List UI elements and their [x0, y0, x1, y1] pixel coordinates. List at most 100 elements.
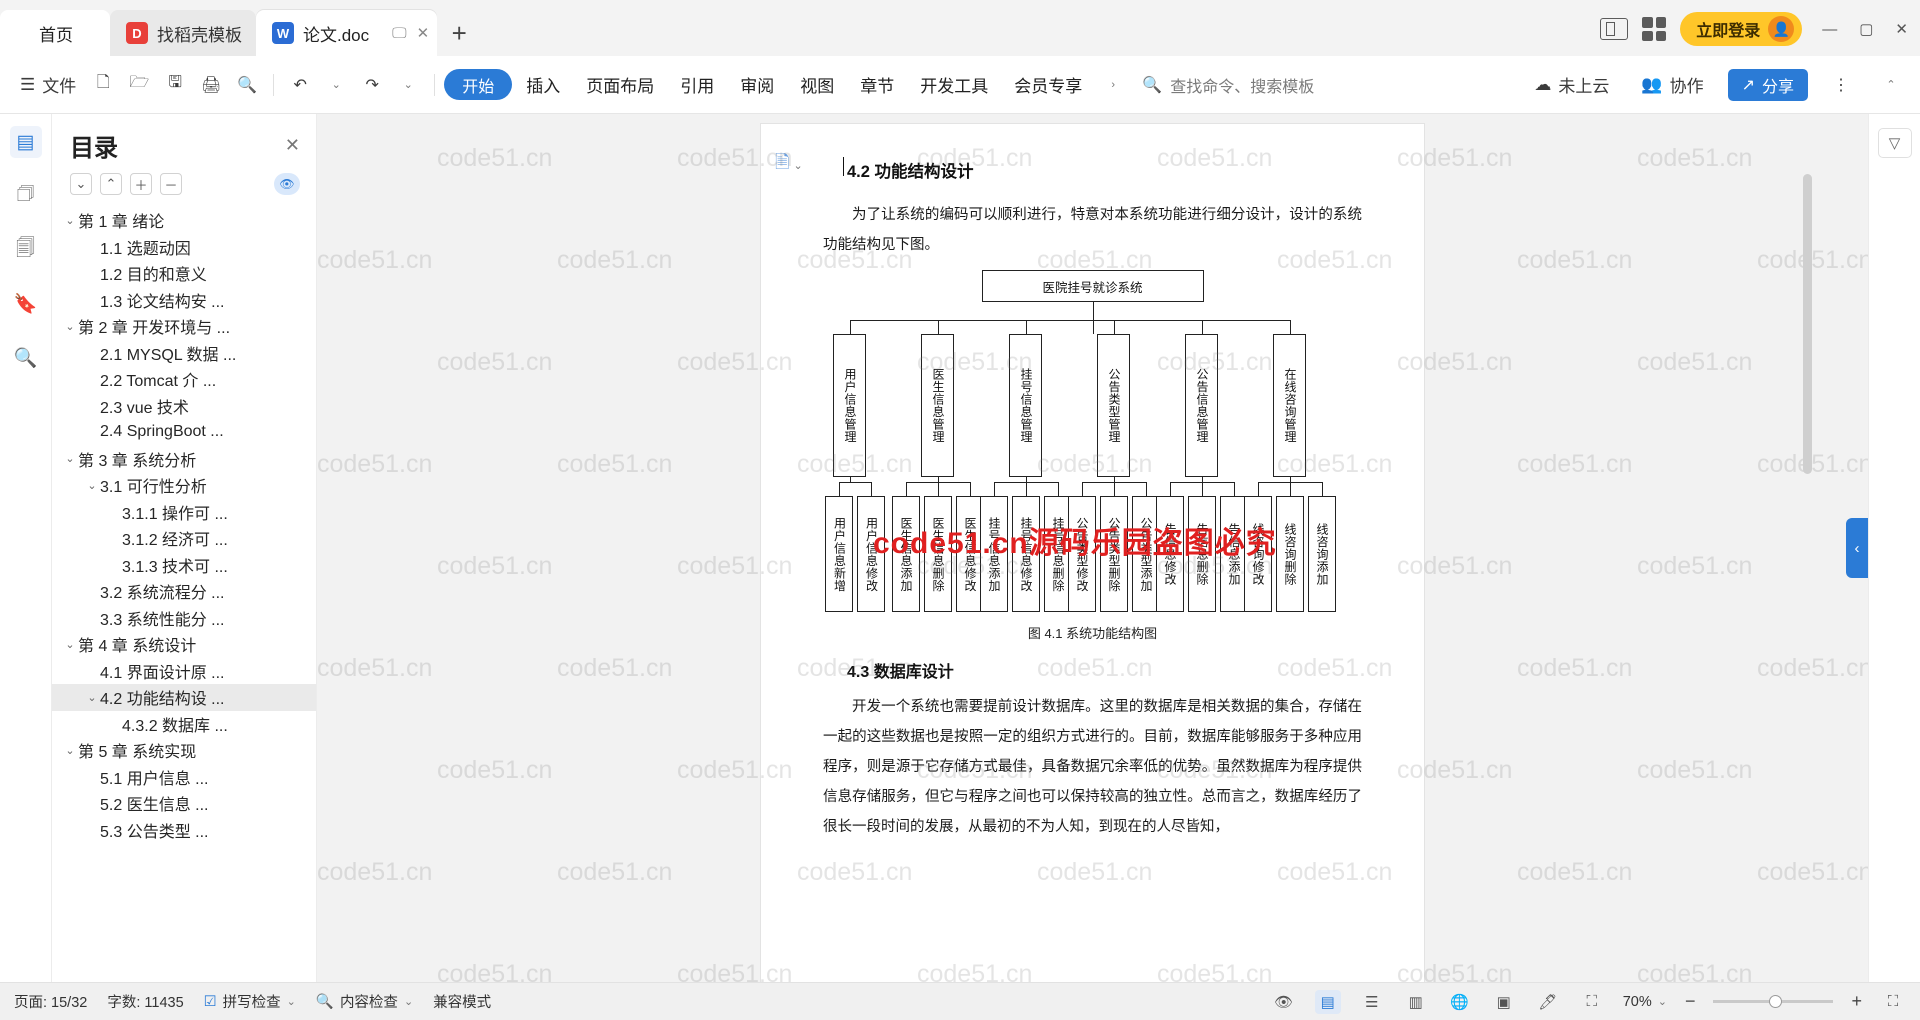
outline-item[interactable]: 2.3 vue 技术 — [52, 393, 316, 420]
zoom-slider[interactable] — [1713, 995, 1834, 1008]
outline-item[interactable]: 2.2 Tomcat 介 ... — [52, 366, 316, 393]
outline-item[interactable]: 5.3 公告类型 ... — [52, 817, 316, 844]
login-button[interactable]: 立即登录 👤 — [1680, 12, 1803, 46]
app-grid-icon[interactable] — [1642, 17, 1667, 41]
outline-item[interactable]: 4.1 界面设计原 ... — [52, 658, 316, 685]
outline-arrow-icon[interactable]: ⌄ — [62, 638, 78, 651]
zoom-slider-knob[interactable] — [1769, 995, 1783, 1008]
outline-settings-icon[interactable]: 👁 — [274, 173, 300, 195]
tab-present-icon[interactable]: 🖵 — [392, 25, 406, 42]
print-layout-icon[interactable]: ▣ — [1491, 990, 1517, 1014]
zoom-out-button[interactable]: − — [1685, 991, 1696, 1012]
content-check-button[interactable]: 🔍 内容检查 ⌄ — [316, 991, 413, 1012]
tab-docer-template[interactable]: D 找稻壳模板 — [110, 10, 256, 56]
outline-arrow-icon[interactable]: ⌄ — [62, 744, 78, 757]
read-mode-icon[interactable]: 👁 — [1271, 990, 1297, 1014]
outline-item[interactable]: ⌄ 3.1 可行性分析 — [52, 472, 316, 499]
save-icon[interactable]: 🖫 — [158, 68, 192, 102]
outline-zoom-in-icon[interactable]: ＋ — [130, 173, 152, 195]
print-preview-icon[interactable]: 🔍 — [230, 68, 264, 102]
outline-view-icon[interactable]: ☰ — [1359, 990, 1385, 1014]
outline-item[interactable]: ⌄ 第 3 章 系统分析 — [52, 446, 316, 473]
outline-item[interactable]: ⌄ 第 1 章 绪论 — [52, 207, 316, 234]
tab-document[interactable]: W 论文.doc 🖵 ✕ — [256, 10, 438, 56]
cloud-status-button[interactable]: ☁ 未上云 — [1526, 68, 1617, 102]
outline-item[interactable]: 1.2 目的和意义 — [52, 260, 316, 287]
outline-arrow-icon[interactable]: ⌄ — [62, 214, 78, 227]
outline-collapse-all-icon[interactable]: ⌄ — [70, 173, 92, 195]
ribbon-more-button[interactable]: ⋮ — [1824, 68, 1858, 102]
search-command-box[interactable]: 🔍 查找命令、搜索模板 — [1132, 68, 1324, 102]
outline-item[interactable]: ⌄ 第 4 章 系统设计 — [52, 631, 316, 658]
outline-close-icon[interactable]: ✕ — [285, 135, 300, 156]
split-view-icon[interactable] — [1600, 18, 1629, 40]
outline-item[interactable]: 5.2 医生信息 ... — [52, 790, 316, 817]
fullscreen-toggle-icon[interactable]: ⛶ — [1880, 990, 1906, 1014]
outline-zoom-out-icon[interactable]: － — [160, 173, 182, 195]
undo-dropdown-icon[interactable]: ⌄ — [319, 68, 353, 102]
tab-member-exclusive[interactable]: 会员专享 — [1002, 68, 1094, 102]
new-document-icon[interactable]: 🗋 — [86, 68, 120, 102]
spellcheck-button[interactable]: ☑ 拼写检查 ⌄ — [204, 991, 296, 1012]
clipboard-panel-icon[interactable]: 🗐 — [10, 234, 42, 266]
filter-icon[interactable]: ▽ — [1877, 128, 1912, 158]
outline-item[interactable]: 3.1.3 技术可 ... — [52, 552, 316, 579]
tab-insert[interactable]: 插入 — [514, 68, 572, 102]
page-paste-options-icon[interactable]: 🗎 ⌄ — [775, 150, 803, 180]
tab-review[interactable]: 审阅 — [728, 68, 786, 102]
outline-arrow-icon[interactable]: ⌄ — [62, 320, 78, 333]
outline-item[interactable]: ⌄ 4.2 功能结构设 ... — [52, 684, 316, 711]
fit-page-icon[interactable]: ⛶ — [1579, 990, 1605, 1014]
outline-arrow-icon[interactable]: ⌄ — [84, 479, 100, 492]
outline-item[interactable]: 1.1 选题动因 — [52, 234, 316, 261]
outline-item[interactable]: 5.1 用户信息 ... — [52, 764, 316, 791]
tab-developer-tools[interactable]: 开发工具 — [908, 68, 1000, 102]
tab-section[interactable]: 章节 — [848, 68, 906, 102]
bookmark-panel-icon[interactable]: 🔖 — [10, 288, 42, 320]
tab-close-icon[interactable]: ✕ — [417, 24, 430, 42]
outline-item[interactable]: 3.1.2 经济可 ... — [52, 525, 316, 552]
outline-item[interactable]: 1.3 论文结构安 ... — [52, 287, 316, 314]
collaborate-button[interactable]: 👥 协作 — [1633, 68, 1711, 102]
outline-item[interactable]: 3.3 系统性能分 ... — [52, 605, 316, 632]
outline-item[interactable]: 2.1 MYSQL 数据 ... — [52, 340, 316, 367]
outline-item[interactable]: ⌄ 第 2 章 开发环境与 ... — [52, 313, 316, 340]
web-layout-icon[interactable]: 🌐 — [1447, 990, 1473, 1014]
outline-item[interactable]: 3.1.1 操作可 ... — [52, 499, 316, 526]
word-count[interactable]: 字数: 11435 — [107, 991, 183, 1012]
close-window-button[interactable]: ✕ — [1895, 20, 1908, 38]
tab-start[interactable]: 开始 — [444, 69, 513, 100]
print-icon[interactable]: 🖨 — [194, 68, 228, 102]
outline-item[interactable]: 4.3.2 数据库 ... — [52, 711, 316, 738]
share-button[interactable]: ↗ 分享 — [1727, 68, 1808, 101]
open-document-icon[interactable]: 🗁 — [122, 68, 156, 102]
file-menu-button[interactable]: ☰ 文件 — [12, 68, 84, 102]
ribbon-collapse-icon[interactable]: ⌃ — [1874, 68, 1908, 102]
outline-expand-up-icon[interactable]: ⌃ — [100, 173, 122, 195]
outline-item[interactable]: 2.4 SpringBoot ... — [52, 419, 316, 446]
redo-icon[interactable]: ↷ — [355, 68, 389, 102]
minimize-button[interactable]: — — [1822, 21, 1837, 38]
right-panel-toggle[interactable]: ‹ — [1846, 518, 1868, 578]
tab-page-layout[interactable]: 页面布局 — [574, 68, 666, 102]
tab-references[interactable]: 引用 — [668, 68, 726, 102]
zoom-in-button[interactable]: + — [1851, 991, 1862, 1012]
undo-icon[interactable]: ↶ — [283, 68, 317, 102]
outline-item-list[interactable]: ⌄ 第 1 章 绪论 1.1 选题动因 1.2 目的和意义 1.3 论文结构安 ... ⌄… — [52, 205, 316, 982]
outline-item[interactable]: 3.2 系统流程分 ... — [52, 578, 316, 605]
document-canvas[interactable]: 🗎 ⌄ 4.2 功能结构设计 为了让系统的编码可以顺利进行，特意对本系统功能进行细… — [317, 114, 1868, 982]
maximize-button[interactable]: ▢ — [1859, 20, 1873, 38]
annotate-icon[interactable]: 🖊 — [1535, 990, 1561, 1014]
page-indicator[interactable]: 页面: 15/32 — [14, 991, 87, 1012]
page-view-icon[interactable]: ▤ — [1314, 989, 1341, 1014]
tab-home[interactable]: 首页 — [0, 10, 110, 56]
ribbon-overflow-icon[interactable]: › — [1096, 68, 1130, 102]
search-panel-icon[interactable]: 🔍 — [10, 342, 42, 374]
vertical-scrollbar[interactable] — [1803, 174, 1812, 474]
redo-dropdown-icon[interactable]: ⌄ — [391, 68, 425, 102]
new-tab-button[interactable]: + — [437, 10, 481, 56]
outline-arrow-icon[interactable]: ⌄ — [84, 691, 100, 704]
tab-view[interactable]: 视图 — [788, 68, 846, 102]
thumbnail-panel-icon[interactable]: 🗇 — [10, 180, 42, 212]
outline-item[interactable]: ⌄ 第 5 章 系统实现 — [52, 737, 316, 764]
